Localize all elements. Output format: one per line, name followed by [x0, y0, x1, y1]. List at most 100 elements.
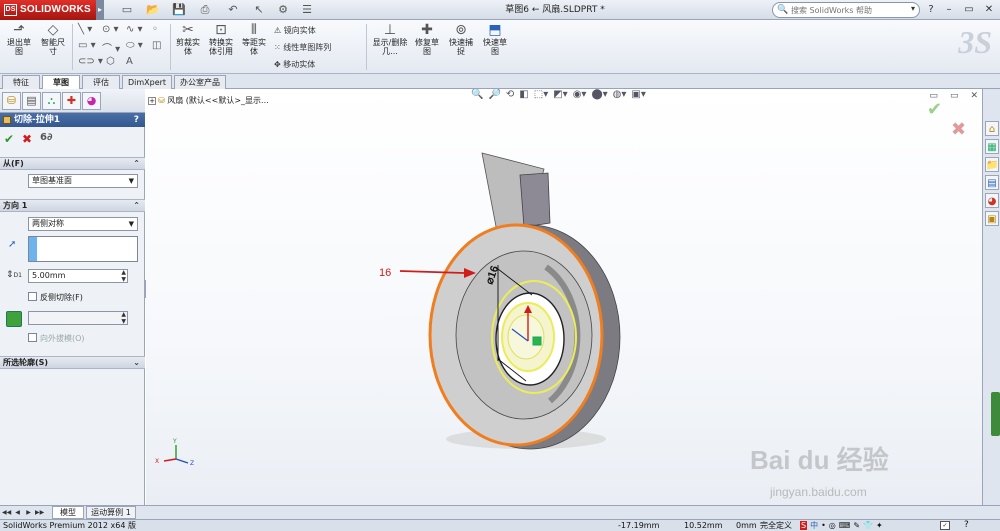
ok-button[interactable]: ✔ [4, 132, 14, 146]
feature-manager-tab-icon[interactable]: ⛁ [2, 92, 21, 110]
collapse-icon[interactable]: ⌃ [133, 158, 140, 169]
direction-selection-box[interactable] [28, 236, 138, 262]
convert-entities-icon: ⊡ [215, 22, 227, 38]
print-icon[interactable]: ⎙ [198, 3, 212, 17]
plane-tool-icon[interactable]: ◫ [152, 40, 161, 51]
arc-tool-icon[interactable]: ⌒ ▾ [102, 40, 120, 55]
ime-tools-icon[interactable]: ✦ [876, 521, 883, 530]
spline-tool-icon[interactable]: ∿ ▾ [126, 24, 143, 35]
exit-sketch-button[interactable]: ⬏ 退出草图 [4, 22, 34, 56]
tab-evaluate[interactable]: 评估 [82, 75, 120, 89]
ime-skin-icon[interactable]: 👕 [863, 521, 873, 530]
spin-arrows-icon[interactable]: ▲ ▼ [121, 269, 126, 283]
ellipse-tool-icon[interactable]: ⬭ ▾ [126, 40, 143, 51]
checkbox[interactable] [28, 292, 37, 301]
resources-home-icon[interactable]: ⌂ [985, 121, 999, 136]
quick-snaps-icon: ⊚ [455, 22, 467, 38]
help-icon[interactable]: ? [134, 113, 139, 127]
convert-entities-button[interactable]: ⊡ 转换实体引用 [206, 22, 236, 56]
tab-sketch[interactable]: 草图 [42, 75, 80, 89]
property-manager-panel: ⛁ ▤ ⛬ ✚ ◕ 切除-拉伸1 ? ✔ ✖ 6∂ 从(F) ⌃ 草图基准面 ▼ … [0, 89, 145, 505]
text-tool-icon[interactable]: A [126, 56, 133, 67]
flip-side-checkbox[interactable]: 反侧切除(F) [28, 292, 83, 303]
smart-dimension-button[interactable]: ◇ 智能尺寸 [38, 22, 68, 56]
callout-number: 16 [379, 267, 392, 279]
custom-properties-icon[interactable]: ▣ [985, 211, 999, 226]
tab-dimxpert[interactable]: DimXpert [122, 75, 172, 89]
repair-sketch-button[interactable]: ✚ 修复草图 [412, 22, 442, 56]
slot-tool-icon[interactable]: ⊂⊃ ▾ [78, 56, 103, 67]
ime-keyboard-icon[interactable]: ⌨ [839, 521, 851, 530]
solidworks-logo[interactable]: DS SOLIDWORKS [0, 0, 96, 20]
property-manager-tab-icon[interactable]: ▤ [22, 92, 41, 110]
preview-icon[interactable]: 6∂ [40, 132, 52, 143]
tab-features[interactable]: 特征 [2, 75, 40, 89]
ime-chinese-mode[interactable]: 中 [810, 521, 818, 530]
rapid-sketch-button[interactable]: ⬒ 快速草图 [480, 22, 510, 56]
help-search[interactable]: 🔍 ▾ [772, 2, 920, 18]
triad-x-axis [163, 458, 177, 462]
from-select[interactable]: 草图基准面 ▼ [28, 174, 138, 188]
rectangle-tool-icon[interactable]: ▭ ▾ [78, 40, 96, 51]
search-dropdown-icon[interactable]: ▾ [911, 4, 915, 13]
configuration-manager-tab-icon[interactable]: ⛬ [42, 92, 61, 110]
design-library-icon[interactable]: ▦ [985, 139, 999, 154]
point-tool-icon[interactable]: ◦ [152, 24, 158, 35]
baidu-watermark-url: jingyan.baidu.com [770, 485, 867, 499]
ime-logo-icon[interactable]: S [800, 521, 808, 530]
flyout-handle[interactable] [991, 392, 1000, 436]
collapse-icon[interactable]: ⌃ [133, 200, 140, 211]
new-document-icon[interactable]: ▭ [120, 3, 134, 17]
depth-input[interactable]: 5.00mm ▲ ▼ [28, 269, 128, 283]
first-tab-icon[interactable]: ◀◀ [2, 508, 11, 518]
section-selected-contours[interactable]: 所选轮廓(S) ⌄ [0, 356, 145, 369]
open-icon[interactable]: 📂 [146, 3, 160, 17]
help-question-icon[interactable]: ? [964, 520, 969, 531]
draft-icon[interactable] [6, 311, 22, 327]
save-icon[interactable]: 💾 [172, 3, 186, 17]
move-entities-button[interactable]: ✥ 移动实体 [274, 59, 315, 70]
cancel-button[interactable]: ✖ [22, 132, 32, 146]
end-condition-select[interactable]: 两侧对称 ▼ [28, 217, 138, 231]
minimize-icon[interactable]: – [942, 3, 956, 17]
ime-punct-icon[interactable]: • [821, 521, 826, 530]
coord-z: 0mm [736, 521, 757, 530]
rebuild-icon[interactable]: ⚙ [276, 3, 290, 17]
quick-snaps-button[interactable]: ⊚ 快速捕捉 [446, 22, 476, 56]
ime-handwrite-icon[interactable]: ✎ [853, 521, 860, 530]
restore-icon[interactable]: ▭ [962, 3, 976, 17]
polygon-tool-icon[interactable]: ⬡ [106, 56, 115, 67]
offset-entities-icon: ⫴ [251, 22, 257, 38]
offset-entities-button[interactable]: ⫴ 等距实体 [240, 22, 268, 56]
line-tool-icon[interactable]: ╲ ▾ [78, 24, 92, 35]
display-delete-relations-button[interactable]: ⊥ 显示/删除几... [372, 22, 408, 56]
tab-model[interactable]: 模型 [52, 506, 84, 519]
select-icon[interactable]: ↖ [252, 3, 266, 17]
mirror-button[interactable]: ⚠ 镜向实体 [274, 25, 316, 36]
options-icon[interactable]: ☰ [300, 3, 314, 17]
ime-voice-icon[interactable]: ◎ [829, 521, 836, 530]
file-explorer-icon[interactable]: 📁 [985, 157, 999, 172]
close-icon[interactable]: ✕ [982, 3, 996, 17]
help-icon[interactable]: ? [924, 3, 938, 17]
undo-icon[interactable]: ↶ [226, 3, 240, 17]
prev-tab-icon[interactable]: ◀ [13, 508, 22, 518]
appearances-icon[interactable]: ◕ [985, 193, 999, 208]
view-palette-icon[interactable]: ▤ [985, 175, 999, 190]
expand-icon[interactable]: ⌄ [133, 357, 140, 368]
last-tab-icon[interactable]: ▶▶ [35, 508, 44, 518]
ime-settings-icon[interactable]: ✓ [940, 521, 950, 530]
display-manager-tab-icon[interactable]: ◕ [82, 92, 101, 110]
trim-button[interactable]: ✂ 剪裁实体 [174, 22, 202, 56]
menu-expand-icon[interactable]: ▸ [96, 0, 104, 20]
section-direction-1[interactable]: 方向 1 ⌃ [0, 199, 145, 212]
section-from[interactable]: 从(F) ⌃ [0, 157, 145, 170]
circle-tool-icon[interactable]: ⊙ ▾ [102, 24, 119, 35]
linear-pattern-button[interactable]: ⁙ 线性草图阵列 [274, 42, 331, 53]
search-input[interactable] [791, 4, 901, 16]
tab-office-products[interactable]: 办公室产品 [174, 75, 226, 89]
next-tab-icon[interactable]: ▶ [24, 508, 33, 518]
dimxpert-manager-tab-icon[interactable]: ✚ [62, 92, 81, 110]
tab-motion-study[interactable]: 运动算例 1 [86, 506, 136, 519]
cut-extrude-icon [3, 116, 11, 124]
